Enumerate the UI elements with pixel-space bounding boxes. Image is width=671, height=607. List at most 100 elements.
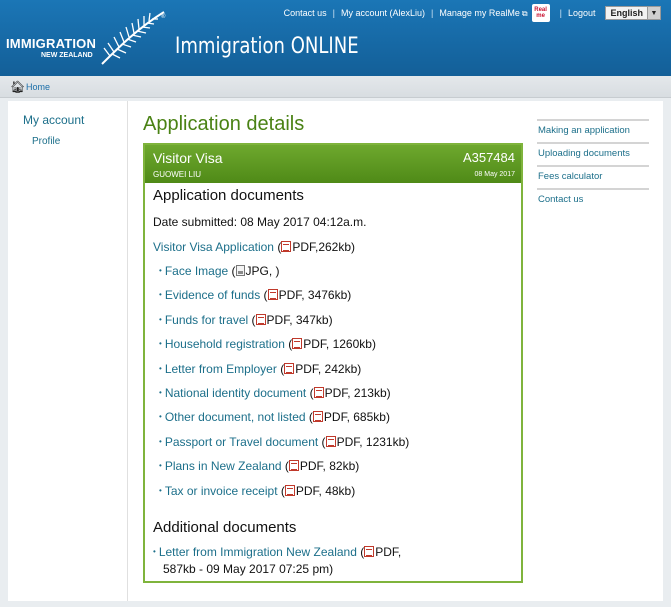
document-format: PDF,262kb — [292, 240, 352, 254]
document-format: JPG, — [245, 264, 276, 278]
my-account-link[interactable]: My account (AlexLiu) — [341, 8, 425, 18]
document-link[interactable]: Passport or Travel document — [165, 435, 318, 449]
document-format: PDF, 685kb — [323, 410, 386, 425]
document-link[interactable]: Letter from Employer — [165, 362, 277, 376]
document-meta: (PDF, 82kb) — [281, 459, 360, 474]
rightnav-item[interactable]: Contact us — [537, 188, 649, 211]
document-link[interactable]: Household registration — [165, 337, 285, 351]
application-panel: Visitor Visa A357484 GUOWEI LIU 08 May 2… — [143, 143, 523, 583]
contact-us-link[interactable]: Contact us — [284, 8, 327, 18]
document-format: PDF, 1231kb — [336, 434, 406, 449]
list-item: • Passport or Travel document (PDF, 1231k… — [159, 435, 519, 459]
logout-link[interactable]: Logout — [568, 8, 596, 18]
document-format: PDF, 48kb — [295, 483, 352, 498]
date-submitted: Date submitted: 08 May 2017 04:12a.m. — [153, 215, 367, 229]
document-format: PDF, — [375, 545, 402, 559]
additional-documents-heading: Additional documents — [153, 519, 297, 536]
document-meta: (PDF, 3476kb) — [260, 288, 352, 303]
separator: | — [431, 8, 434, 18]
document-meta: (PDF, 1231kb) — [318, 434, 410, 449]
list-item: • National identity document (PDF, 213kb) — [159, 386, 519, 410]
top-navigation: Contact us | My account (AlexLiu) | Mana… — [284, 4, 661, 22]
pdf-icon — [281, 241, 292, 252]
logo-line-2: NEW ZEALAND — [41, 52, 93, 59]
breadcrumb: 🏠︎ Home — [0, 76, 671, 98]
immigration-nz-logo[interactable]: IMMIGRATION NEW ZEALAND ® — [6, 11, 171, 68]
bullet-icon: • — [159, 387, 162, 397]
document-meta: (PDF, 48kb) — [277, 483, 356, 498]
logo-line-1: IMMIGRATION — [6, 36, 97, 51]
document-list: • Face Image (JPG, ) • Evidence of funds (P… — [159, 264, 519, 508]
document-link[interactable]: Other document, not listed — [165, 410, 306, 424]
external-link-icon: ⧉ — [521, 8, 528, 18]
document-format-continued: 587kb - 09 May 2017 07:25 pm) — [163, 562, 334, 576]
document-format: PDF, 213kb — [324, 385, 387, 400]
document-meta: (PDF, 213kb) — [306, 385, 391, 400]
document-meta: (PDF,262kb) — [277, 240, 356, 254]
document-link[interactable]: Funds for travel — [165, 313, 248, 327]
pdf-icon — [325, 435, 336, 447]
document-link[interactable]: Plans in New Zealand — [165, 459, 282, 473]
bullet-icon: • — [159, 314, 162, 324]
pdf-icon — [312, 411, 323, 423]
pdf-icon — [292, 338, 303, 350]
application-documents-heading: Application documents — [153, 187, 304, 204]
bullet-icon: • — [159, 339, 162, 349]
document-link[interactable]: National identity document — [165, 386, 306, 400]
realme-logo-icon: Real me — [531, 4, 550, 22]
bullet-icon: • — [159, 363, 162, 373]
bullet-icon: • — [159, 485, 162, 495]
main-document: Visitor Visa Application (PDF,262kb) — [153, 240, 355, 254]
additional-document: • Letter from Immigration New Zealand (PD… — [153, 543, 513, 578]
image-file-icon — [235, 265, 245, 276]
list-item: • Other document, not listed (PDF, 685kb) — [159, 410, 519, 434]
right-sidebar: Making an application Uploading documents… — [537, 119, 649, 211]
sidebar-item-profile[interactable]: Profile — [32, 136, 60, 147]
list-item: • Plans in New Zealand (PDF, 82kb) — [159, 459, 519, 483]
manage-realme-label: Manage my RealMe — [439, 7, 520, 18]
chevron-down-icon: ▼ — [647, 7, 660, 19]
document-format: PDF, 242kb — [295, 361, 358, 376]
document-meta: (PDF, — [356, 545, 402, 559]
bullet-icon: • — [159, 266, 162, 275]
left-sidebar: My account Profile — [8, 101, 128, 601]
list-item: • Letter from Employer (PDF, 242kb) — [159, 362, 519, 386]
realme-badge-text-2: me — [536, 13, 545, 19]
fern-icon: ® — [101, 11, 166, 65]
letter-from-inz-link[interactable]: Letter from Immigration New Zealand — [159, 545, 357, 559]
rightnav-item[interactable]: Fees calculator — [537, 165, 649, 188]
site-title: Immigration ONLINE — [175, 34, 359, 59]
manage-realme-link[interactable]: Manage my RealMe ⧉ — [439, 8, 527, 19]
pdf-icon — [255, 313, 266, 325]
rightnav-item[interactable]: Making an application — [537, 119, 649, 142]
document-format: PDF, 347kb — [266, 312, 329, 327]
visitor-visa-application-link[interactable]: Visitor Visa Application — [153, 240, 274, 254]
document-format: PDF, 1260kb — [303, 337, 372, 352]
list-item: • Tax or invoice receipt (PDF, 48kb) — [159, 484, 519, 508]
pdf-icon — [288, 460, 299, 472]
page-title: Application details — [143, 113, 305, 135]
list-item: • Face Image (JPG, ) — [159, 264, 519, 288]
rightnav-item[interactable]: Uploading documents — [537, 142, 649, 165]
pdf-icon — [267, 289, 278, 301]
document-meta: (JPG, ) — [228, 264, 280, 278]
document-meta: (PDF, 1260kb) — [284, 337, 376, 352]
list-item: • Evidence of funds (PDF, 3476kb) — [159, 288, 519, 312]
document-link[interactable]: Tax or invoice receipt — [165, 484, 278, 498]
language-select[interactable]: English ▼ — [605, 6, 661, 20]
registered-mark: ® — [161, 13, 166, 20]
document-link[interactable]: Evidence of funds — [165, 288, 260, 302]
document-format: PDF, 82kb — [299, 459, 356, 474]
sidebar-item-my-account[interactable]: My account — [23, 113, 84, 127]
document-link[interactable]: Face Image — [165, 264, 228, 278]
separator: | — [559, 8, 562, 18]
list-item: • Funds for travel (PDF, 347kb) — [159, 313, 519, 337]
site-header: IMMIGRATION NEW ZEALAND ® Immigration ON… — [0, 0, 671, 76]
separator: | — [332, 8, 335, 18]
home-icon: 🏠︎ — [10, 80, 26, 94]
applicant-name: GUOWEI LIU — [153, 170, 202, 179]
language-value: English — [610, 8, 643, 18]
breadcrumb-home-link[interactable]: Home — [26, 82, 50, 92]
page-content: My account Profile Application details V… — [8, 101, 663, 601]
bullet-icon: • — [153, 547, 156, 556]
